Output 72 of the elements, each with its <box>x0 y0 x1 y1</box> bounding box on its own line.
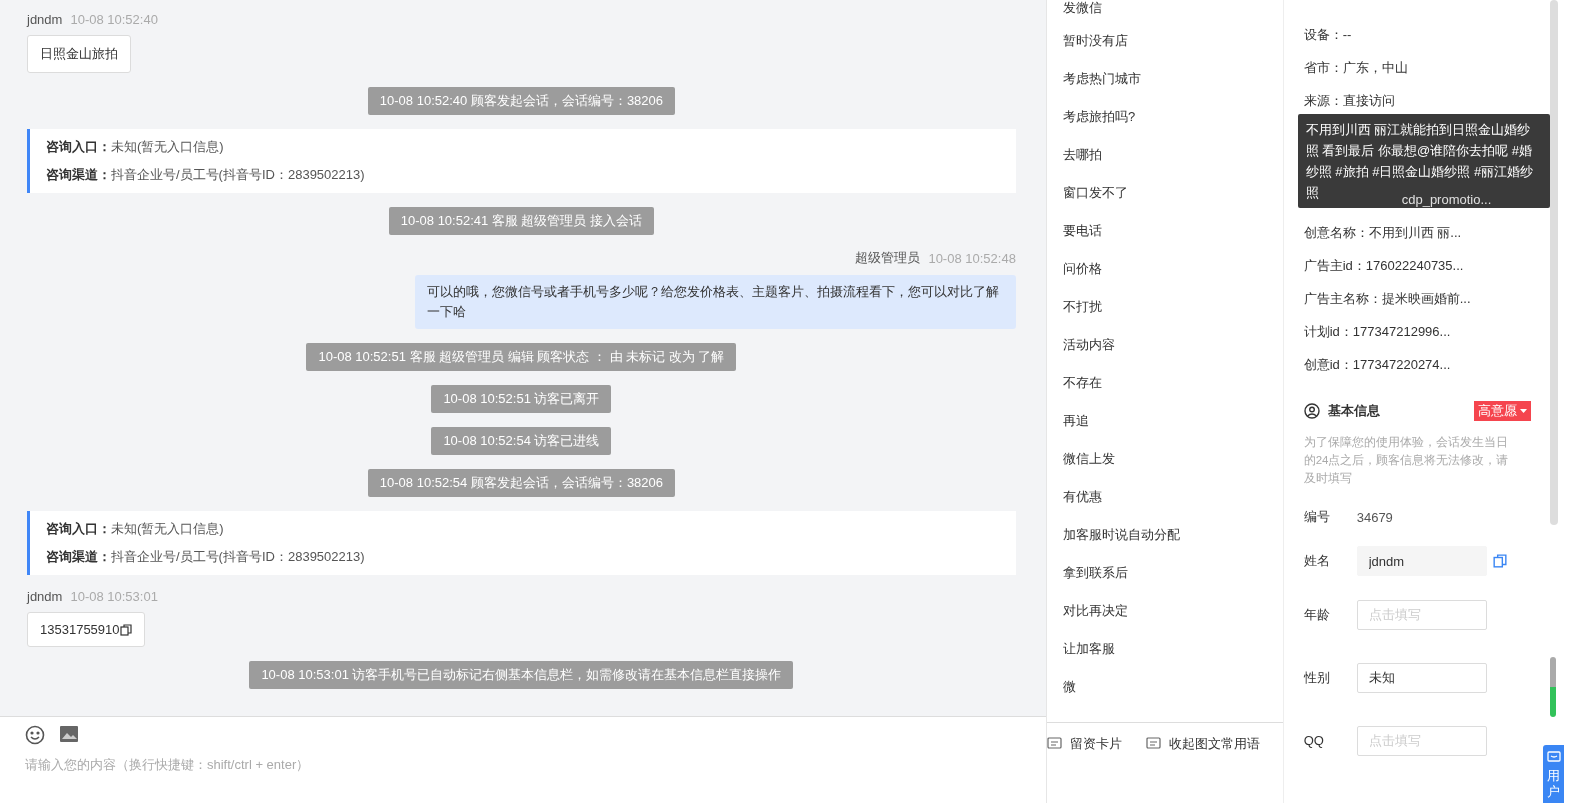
source-row-text: 来源：直接访问 <box>1303 91 1396 110</box>
system-notice: 10-08 10:52:41 客服 超级管理员 接入会话 <box>388 207 655 235</box>
source-row-text: 广告主id：176022240735... <box>1303 256 1465 275</box>
quick-phrase[interactable]: 暂时没有店 <box>1062 22 1283 60</box>
message-icon <box>1046 737 1062 751</box>
message-bubble: 13531755910 <box>27 612 145 647</box>
quick-phrase[interactable]: 加客服时说自动分配 <box>1062 516 1283 554</box>
quick-phrase[interactable]: 活动内容 <box>1062 326 1283 364</box>
quick-phrase[interactable]: 问价格 <box>1062 250 1283 288</box>
message-icon <box>1145 737 1161 751</box>
quick-phrase[interactable]: 再追 <box>1062 402 1283 440</box>
source-row-text: 计划id：177347212996... <box>1303 322 1452 341</box>
quick-phrase[interactable]: 有优惠 <box>1062 478 1283 516</box>
quick-phrase[interactable]: 不打扰 <box>1062 288 1283 326</box>
system-notice: 10-08 10:52:40 顾客发起会话，会话编号：38206 <box>367 87 676 115</box>
source-row-text: 创意名称：不用到川西 丽... <box>1303 223 1463 242</box>
source-value: cdp_promotio... <box>1401 192 1492 207</box>
input-field[interactable]: 未知 <box>1356 662 1487 693</box>
intent-tag[interactable]: 高意愿 <box>1474 401 1532 421</box>
emoji-icon[interactable] <box>25 725 45 745</box>
message-time: 10-08 10:52:48 <box>928 250 1016 266</box>
quick-phrase[interactable]: 让加客服 <box>1062 630 1283 668</box>
section-title: 基本信息 <box>1327 402 1381 420</box>
sender-name: jdndm <box>27 12 63 27</box>
quick-phrase[interactable]: 去哪拍 <box>1062 136 1283 174</box>
source-row-text: 创意id：177347220274... <box>1303 355 1452 374</box>
toolbar-button[interactable]: 留资卡片 <box>1046 735 1122 753</box>
quick-phrase[interactable]: 拿到联系后 <box>1062 554 1283 592</box>
quick-phrase[interactable]: 不存在 <box>1062 364 1283 402</box>
system-notice: 10-08 10:52:51 访客已离开 <box>431 385 612 413</box>
scrollbar-thumb[interactable] <box>1550 657 1557 717</box>
field-label: 编号 <box>1303 508 1331 526</box>
info-row-text: 咨询渠道：抖音企业号/员工号(抖音号ID：2839502213) <box>46 548 366 566</box>
caret-icon <box>1520 408 1528 414</box>
system-notice: 10-08 10:52:54 访客已进线 <box>431 427 612 455</box>
field-label: QQ <box>1303 733 1325 748</box>
source-row-text: 广告主名称：提米映画婚前... <box>1303 289 1472 308</box>
quick-phrase[interactable]: 窗口发不了 <box>1062 174 1283 212</box>
info-row-text: 咨询渠道：抖音企业号/员工号(抖音号ID：2839502213) <box>46 166 366 184</box>
side-button[interactable]: 用户 <box>1543 745 1565 803</box>
image-icon[interactable] <box>59 725 79 743</box>
sender-name: 超级管理员 <box>855 249 921 267</box>
info-row-text: 咨询入口：未知(暂无入口信息) <box>46 520 225 538</box>
sender-name: jdndm <box>27 589 63 604</box>
name-field[interactable]: jdndm <box>1356 546 1487 576</box>
user-icon <box>1303 403 1320 419</box>
notice-text: 为了保障您的使用体验，会话发生当日的24点之后，顾客信息将无法修改，请及时填写 <box>1303 435 1510 486</box>
message-bubble: 可以的哦，您微信号或者手机号多少呢？给您发价格表、主题客片、拍摄流程看下，您可以对比了解一下哈 <box>414 275 1016 329</box>
quick-phrase[interactable]: 微信上发 <box>1062 440 1283 478</box>
quick-phrase[interactable]: 要电话 <box>1062 212 1283 250</box>
field-value: 34679 <box>1356 509 1393 525</box>
info-row-text: 咨询入口：未知(暂无入口信息) <box>46 138 225 156</box>
copy-icon[interactable] <box>119 623 132 636</box>
quick-phrase[interactable]: 对比再决定 <box>1062 592 1283 630</box>
quick-phrase[interactable]: 考虑旅拍吗? <box>1062 98 1283 136</box>
field-label: 姓名 <box>1303 552 1331 570</box>
message-time: 10-08 10:53:01 <box>70 589 158 604</box>
system-notice: 10-08 10:52:54 顾客发起会话，会话编号：38206 <box>367 469 676 497</box>
message-bubble: 日照金山旅拍 <box>27 35 131 73</box>
quick-phrase[interactable]: 发微信 <box>1062 0 1283 22</box>
system-notice: 10-08 10:52:51 客服 超级管理员 编辑 顾客状态 ： 由 未标记 改为 了解 <box>306 343 737 371</box>
quick-phrase[interactable]: 微 <box>1062 668 1283 706</box>
message-time: 10-08 10:52:40 <box>70 12 158 27</box>
source-row-text: 设备：-- <box>1303 25 1353 44</box>
system-notice: 10-08 10:53:01 访客手机号已自动标记右侧基本信息栏，如需修改请在基本信息栏直接操作 <box>249 661 794 689</box>
field-label: 年龄 <box>1303 605 1331 624</box>
source-row-text: 省市：广东，中山 <box>1303 58 1409 77</box>
quick-phrase[interactable]: 考虑热门城市 <box>1062 60 1283 98</box>
chat-icon <box>1546 751 1561 764</box>
field-label: 性别 <box>1303 668 1331 687</box>
toolbar-button[interactable]: 收起图文常用语 <box>1145 735 1260 753</box>
copy-icon[interactable] <box>1492 554 1507 568</box>
